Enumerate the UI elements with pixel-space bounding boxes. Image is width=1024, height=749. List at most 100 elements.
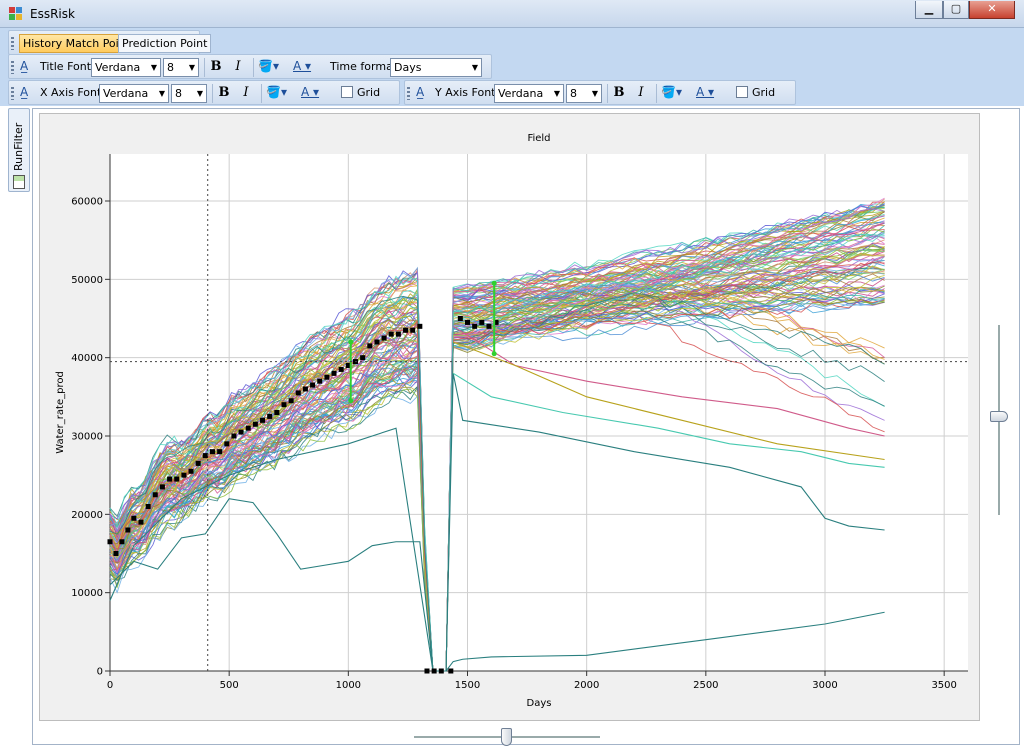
history-point — [479, 319, 485, 325]
history-point — [417, 323, 423, 329]
x-grid-checkbox[interactable]: Grid — [341, 84, 380, 103]
history-point — [374, 339, 380, 345]
x-tick-label: 1500 — [455, 680, 480, 691]
history-point — [119, 539, 125, 545]
y-fill-color-icon[interactable]: 🪣▾ — [661, 84, 682, 103]
slider-thumb[interactable] — [501, 728, 512, 746]
toolbar-grip[interactable] — [11, 37, 14, 50]
history-point — [317, 378, 323, 384]
x-tick-label: 3000 — [812, 680, 837, 691]
history-point — [252, 421, 258, 427]
checkbox-icon — [341, 86, 353, 98]
y-tick-label: 20000 — [71, 510, 103, 521]
title-font-combo[interactable]: Verdana ▼ — [91, 58, 161, 77]
history-point — [138, 519, 144, 525]
error-bar-cap — [348, 398, 354, 404]
history-point — [395, 331, 401, 337]
chevron-down-icon: ▼ — [553, 89, 560, 98]
x-fill-color-icon[interactable]: 🪣▾ — [266, 84, 287, 103]
history-point — [231, 433, 237, 439]
y-tick-label: 60000 — [71, 197, 103, 208]
history-point — [217, 449, 223, 455]
history-point — [125, 527, 131, 533]
title-font-label: Title Font — [40, 60, 92, 73]
slider-thumb[interactable] — [990, 411, 1008, 422]
time-format-label: Time format — [330, 60, 398, 73]
toolbar-grip[interactable] — [11, 87, 14, 100]
filter-panel-icon — [13, 175, 25, 189]
history-point — [267, 413, 273, 419]
tab-prediction-point[interactable]: Prediction Point — [118, 34, 212, 53]
minimize-button[interactable]: ▁ — [915, 1, 943, 19]
title-size-combo[interactable]: 8 ▼ — [163, 58, 199, 77]
chart-panel: 0 500 1000 1500 2000 2500 3000 3500 0 10000 20000 3… — [39, 113, 980, 721]
chevron-down-icon: ▼ — [591, 89, 598, 98]
title-font-toolbar: A̲ Title Font Verdana ▼ 8 ▼ B I 🪣▾ A ▾ Tim… — [8, 54, 492, 79]
chart-title: Field — [527, 133, 550, 144]
history-point — [324, 374, 330, 380]
checkbox-icon — [736, 86, 748, 98]
y-grid-checkbox[interactable]: Grid — [736, 84, 775, 103]
y-italic-button[interactable]: I — [632, 84, 650, 103]
chevron-down-icon: ▼ — [471, 63, 478, 72]
app-grid-icon — [9, 7, 23, 21]
line-chart[interactable]: 0 500 1000 1500 2000 2500 3000 3500 0 10000 20000 3… — [40, 114, 981, 722]
y-tick-label: 30000 — [71, 432, 103, 443]
history-point — [367, 343, 373, 349]
history-point — [410, 327, 416, 333]
chevron-down-icon: ▼ — [150, 63, 157, 72]
x-tick-label: 3500 — [931, 680, 956, 691]
chevron-down-icon: ▼ — [158, 89, 165, 98]
history-point — [107, 539, 113, 545]
close-button[interactable]: ✕ — [969, 1, 1015, 19]
y-axis-font-toolbar: A̲ Y Axis Font Verdana ▼ 8 ▼ B I 🪣▾ A ▾ Gr… — [404, 80, 796, 105]
chevron-down-icon: ▼ — [188, 63, 195, 72]
font-color-icon[interactable]: A ▾ — [293, 58, 311, 77]
title-font-icon: A̲ — [20, 59, 29, 73]
fill-color-icon[interactable]: 🪣▾ — [258, 58, 279, 77]
point-tabs-toolbar: History Match Point Prediction Point — [8, 30, 212, 55]
history-point — [448, 668, 454, 674]
y-font-color-icon[interactable]: A ▾ — [696, 84, 714, 103]
x-axis-font-combo[interactable]: Verdana ▼ — [99, 84, 169, 103]
y-axis-font-icon: A̲ — [416, 85, 425, 99]
y-tick-label: 10000 — [71, 588, 103, 599]
y-axis-font-combo[interactable]: Verdana ▼ — [494, 84, 564, 103]
run-filter-side-tab[interactable]: RunFilter — [8, 108, 30, 192]
window-title-bar: EssRisk ▁ ▢ ✕ — [0, 0, 1024, 28]
maximize-button[interactable]: ▢ — [943, 1, 969, 19]
x-font-color-icon[interactable]: A ▾ — [301, 84, 319, 103]
y-tick-label: 0 — [97, 667, 103, 678]
tab-history-match-point[interactable]: History Match Point — [19, 34, 135, 53]
y-tick-label: 40000 — [71, 353, 103, 364]
x-tick-label: 2000 — [574, 680, 599, 691]
x-axis-size-combo[interactable]: 8 ▼ — [171, 84, 207, 103]
italic-button[interactable]: I — [229, 58, 247, 77]
history-point — [113, 551, 119, 556]
history-point — [295, 390, 301, 396]
y-axis-label: Water_rate_prod — [55, 371, 66, 454]
toolbar-grip[interactable] — [11, 61, 14, 74]
run-filter-label: RunFilter — [12, 122, 25, 171]
vertical-zoom-slider[interactable] — [986, 325, 1012, 515]
x-italic-button[interactable]: I — [237, 84, 255, 103]
error-bar-cap — [491, 280, 497, 286]
time-format-combo[interactable]: Days ▼ — [390, 58, 482, 77]
history-point — [465, 319, 470, 325]
history-point — [281, 402, 287, 408]
history-point — [381, 335, 387, 341]
history-point — [388, 331, 394, 337]
history-point — [310, 382, 316, 388]
history-point — [457, 316, 463, 321]
history-point — [131, 515, 137, 521]
history-point — [424, 668, 430, 674]
history-point — [167, 476, 173, 482]
y-bold-button[interactable]: B — [610, 84, 628, 103]
y-axis-size-combo[interactable]: 8 ▼ — [566, 84, 602, 103]
history-point — [260, 417, 266, 423]
toolbar-grip[interactable] — [407, 87, 410, 100]
bold-button[interactable]: B — [207, 58, 225, 77]
history-point — [224, 441, 230, 447]
x-bold-button[interactable]: B — [215, 84, 233, 103]
horizontal-zoom-slider[interactable] — [414, 727, 600, 747]
